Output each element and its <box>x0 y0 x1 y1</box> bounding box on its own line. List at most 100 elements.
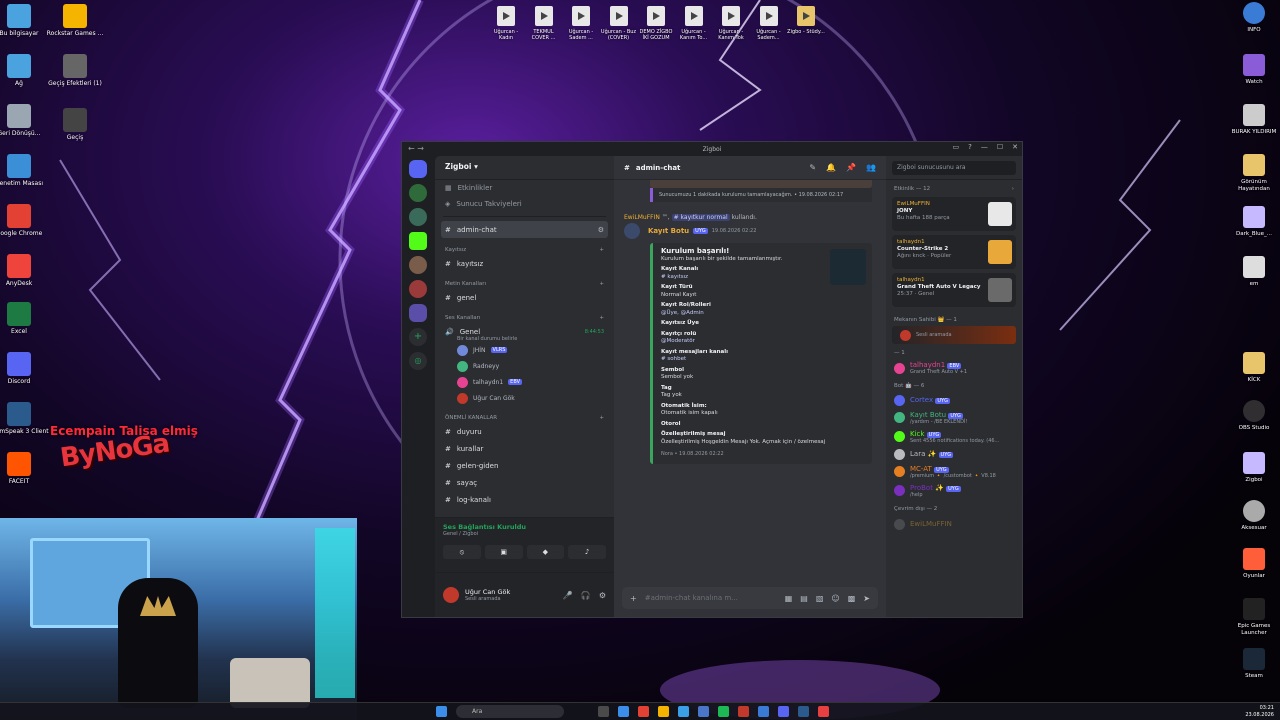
channel-item[interactable]: # duyuru <box>435 423 614 440</box>
zigboi-server-icon[interactable] <box>409 304 427 322</box>
desktop-shortcut[interactable]: Görünüm Hayatından <box>1228 154 1280 193</box>
avatar[interactable] <box>443 587 459 603</box>
help-icon[interactable]: ? <box>968 143 972 151</box>
taskbar-app-icon[interactable] <box>818 706 829 717</box>
voice-user[interactable]: Radneyy <box>435 358 614 374</box>
taskbar-app-icon[interactable] <box>738 706 749 717</box>
desktop-shortcut[interactable]: Watch <box>1228 54 1280 86</box>
desktop-shortcut[interactable]: Denetim Masası <box>0 154 56 187</box>
voice-user[interactable]: JHİN VLRS <box>435 342 614 358</box>
desktop-shortcut[interactable]: INFO <box>1228 2 1280 34</box>
desktop-file[interactable]: DEMO ZİGBO İKİ GOZUM <box>637 6 675 41</box>
channel-item[interactable]: # gelen-giden <box>435 457 614 474</box>
avatar[interactable] <box>457 376 468 388</box>
desktop-shortcut[interactable]: Geçiş Efektleri (1) <box>38 54 112 87</box>
category-header[interactable]: Metin Kanalları + <box>435 272 614 289</box>
bot-member-row[interactable]: Kick UYG Sent 4556 notifications today. (… <box>886 427 1022 446</box>
mic-icon[interactable]: 🎤 <box>563 591 573 600</box>
desktop-file[interactable]: Uğurcan - Kadın <box>487 6 525 41</box>
minimize-button[interactable]: — <box>981 143 988 151</box>
nav-arrows[interactable]: ← → <box>408 144 424 153</box>
category-header[interactable]: Kayıtsız + <box>435 238 614 255</box>
avatar[interactable] <box>894 431 905 442</box>
desktop-file[interactable]: Uğurcan - Kanım Tok <box>712 6 750 41</box>
gear-icon[interactable]: ⚙ <box>599 591 606 600</box>
desktop-shortcut[interactable]: TeamSpeak 3 Client <box>0 402 56 435</box>
server-icon[interactable] <box>409 208 427 226</box>
avatar[interactable] <box>894 448 905 460</box>
screenshare-button[interactable]: ▣ <box>484 545 523 559</box>
taskbar-app-icon[interactable] <box>698 706 709 717</box>
avatar[interactable] <box>457 392 468 404</box>
bell-icon[interactable]: 🔔 <box>826 163 836 172</box>
message-input[interactable]: + #admin-chat kanalına m... ▦ ▤ ▧ ☺ ▩ ➤ <box>622 587 878 609</box>
taskbar-app-icon[interactable] <box>678 706 689 717</box>
desktop-shortcut[interactable]: KİCK <box>1228 352 1280 384</box>
add-attachment-icon[interactable]: + <box>630 594 637 603</box>
owner-member[interactable]: Sesli aramada <box>892 326 1016 344</box>
sticker-icon[interactable]: ▧ <box>816 594 824 603</box>
desktop-shortcut[interactable]: OBS Studio <box>1228 400 1280 432</box>
desktop-shortcut[interactable]: Epic Games Launcher <box>1228 598 1280 637</box>
desktop-shortcut[interactable]: Oyunlar <box>1228 548 1280 580</box>
channel-item[interactable]: # kurallar <box>435 440 614 457</box>
category-header[interactable]: Ses Kanalları + <box>435 306 614 323</box>
search-input[interactable]: Zigboi sunucusunu ara <box>892 161 1016 175</box>
activity-card[interactable]: talhaydn1 Grand Theft Auto V Legacy 25:37 … <box>892 273 1016 307</box>
taskbar-search[interactable]: Ara <box>456 705 564 718</box>
close-button[interactable]: ✕ <box>1012 143 1018 151</box>
server-header[interactable]: Zigboi ▾ <box>435 156 614 180</box>
taskbar-app-icon[interactable] <box>758 706 769 717</box>
taskbar-app-icon[interactable] <box>618 706 629 717</box>
desktop-shortcut[interactable]: Aksesuar <box>1228 500 1280 532</box>
bot-member-row[interactable]: Kayıt Botu UYG/yardım - /BE EKLENDİ! <box>886 408 1022 427</box>
boosts-item[interactable]: ◈ Sunucu Takviyeleri <box>435 196 614 212</box>
threads-icon[interactable]: ✎ <box>809 163 816 172</box>
taskbar-app-icon[interactable] <box>718 706 729 717</box>
server-icon[interactable] <box>409 280 427 298</box>
category-header[interactable]: ÖNEMLİ KANALLAR + <box>435 406 614 423</box>
desktop-file[interactable]: Uğurcan - Sadem... <box>750 6 788 41</box>
bot-member-row[interactable]: ProBot ✨ UYG/help <box>886 481 1022 500</box>
taskbar-app-icon[interactable] <box>798 706 809 717</box>
server-icon[interactable] <box>409 184 427 202</box>
activities-button[interactable]: ◆ <box>526 545 565 559</box>
bot-member-row[interactable]: Cortex UYG <box>886 392 1022 408</box>
member-row[interactable]: EwiLMuFFIN <box>886 515 1022 533</box>
channel-genel[interactable]: # genel <box>435 289 614 306</box>
desktop-file[interactable]: Uğurcan - Kanım To... <box>675 6 713 41</box>
bot-member-row[interactable]: MC-AT UYG/premium 🔸 /custombot 🔸 V8.18 <box>886 462 1022 481</box>
desktop-shortcut[interactable]: Rockstar Games ... <box>38 4 112 37</box>
channel-item[interactable]: # sayaç <box>435 474 614 491</box>
events-item[interactable]: ▦ Etkinlikler <box>435 180 614 196</box>
avatar[interactable] <box>457 360 468 372</box>
desktop-shortcut[interactable]: Dark_Blue_... <box>1228 206 1280 238</box>
avatar[interactable] <box>457 344 468 356</box>
gif-icon[interactable]: ▤ <box>800 594 808 603</box>
desktop-shortcut[interactable]: Google Chrome <box>0 204 56 237</box>
taskbar-app-icon[interactable] <box>638 706 649 717</box>
desktop-shortcut[interactable]: FACEIT <box>0 452 56 485</box>
channel-item[interactable]: # log-kanalı <box>435 491 614 508</box>
desktop-shortcut[interactable]: BURAK YILDIRIM <box>1228 104 1280 136</box>
channel-admin-chat[interactable]: # admin-chat ⚙ <box>441 221 608 238</box>
soundboard-button[interactable]: ♪ <box>568 545 606 559</box>
desktop-shortcut[interactable]: Zigboi <box>1228 452 1280 484</box>
voice-user[interactable]: Uğur Can Gök <box>435 390 614 406</box>
kick-server-icon[interactable] <box>409 232 427 250</box>
emoji-icon[interactable]: ☺ <box>831 594 839 603</box>
inbox-icon[interactable]: ▭ <box>953 143 960 151</box>
server-icon[interactable] <box>409 256 427 274</box>
desktop-shortcut[interactable]: Discord <box>0 352 56 385</box>
channel-kayitsiz[interactable]: # kayıtsız <box>435 255 614 272</box>
avatar[interactable] <box>894 412 905 423</box>
desktop-shortcut[interactable]: Excel <box>0 302 56 335</box>
desktop-shortcut[interactable]: AnyDesk <box>0 254 56 287</box>
taskbar-app-icon[interactable] <box>778 706 789 717</box>
taskbar-app-icon[interactable] <box>598 706 609 717</box>
camera-button[interactable]: ⦸ <box>443 545 481 559</box>
taskbar-app-icon[interactable] <box>658 706 669 717</box>
clock[interactable]: 03:21 23.08.2026 <box>1245 705 1274 718</box>
avatar[interactable] <box>894 394 905 406</box>
start-button[interactable] <box>436 706 447 717</box>
